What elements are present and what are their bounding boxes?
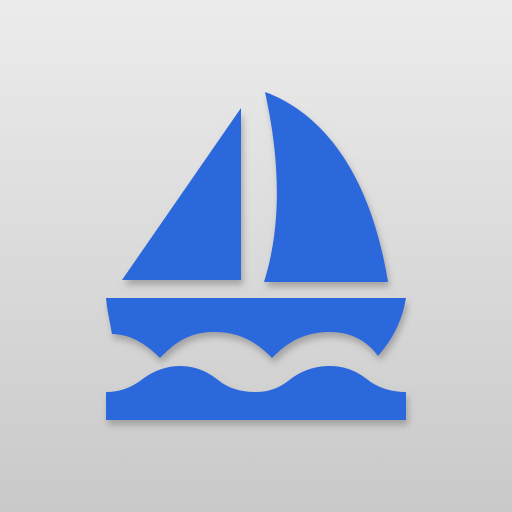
left-sail-shape bbox=[122, 108, 241, 280]
right-sail-shape bbox=[264, 92, 388, 282]
sailboat-icon bbox=[106, 92, 406, 420]
app-icon-tile bbox=[0, 0, 512, 512]
hull-shape bbox=[106, 298, 406, 358]
wave-shape bbox=[106, 366, 406, 420]
